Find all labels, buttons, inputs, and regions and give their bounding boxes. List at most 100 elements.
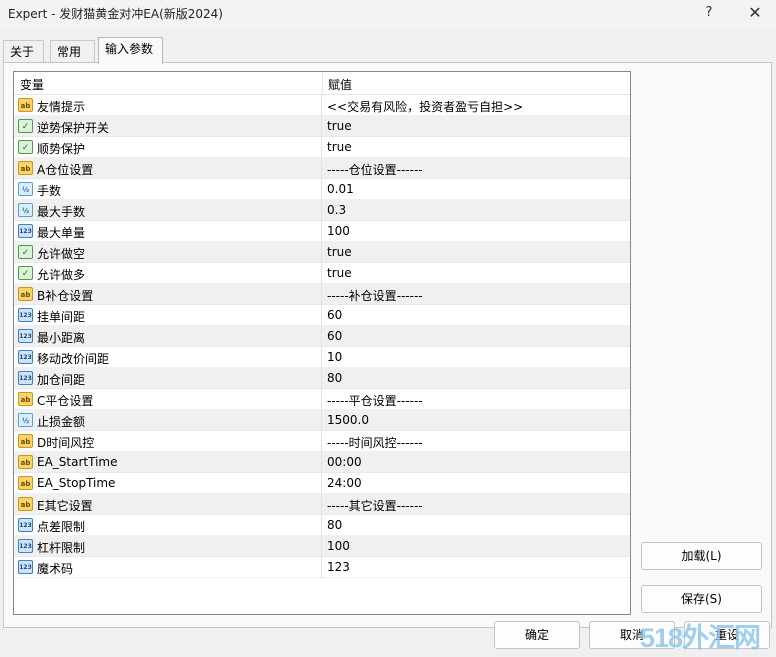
parameter-value[interactable]: 10 [327, 350, 342, 364]
string-icon: ab [18, 98, 33, 112]
parameter-name: 点差限制 [37, 520, 86, 534]
parameter-name-cell: 123 挂单间距 [14, 305, 322, 326]
parameter-name: 最小距离 [37, 331, 86, 345]
load-button[interactable]: 加载(L) [641, 542, 762, 570]
parameter-name: A仓位设置 [37, 163, 94, 177]
parameter-value[interactable]: -----补仓设置------ [327, 287, 423, 304]
parameter-name-cell: ✓ 顺势保护 [14, 137, 322, 158]
tab-about[interactable]: 关于 [3, 40, 44, 62]
string-icon: ab [18, 161, 33, 175]
parameter-row[interactable]: ab E其它设置 -----其它设置------ [14, 494, 630, 515]
parameter-name-cell: ab B补仓设置 [14, 284, 322, 305]
parameter-row[interactable]: 123 魔术码 123 [14, 557, 630, 578]
parameter-row[interactable]: 123 移动改价间距 10 [14, 347, 630, 368]
parameter-value[interactable]: 123 [327, 560, 350, 574]
parameter-name: 挂单间距 [37, 310, 86, 324]
parameter-name-cell: ab E其它设置 [14, 494, 322, 515]
int-icon: 123 [18, 518, 33, 532]
parameter-row[interactable]: ab C平仓设置 -----平仓设置------ [14, 389, 630, 410]
parameter-row[interactable]: ½ 手数 0.01 [14, 179, 630, 200]
tab-common[interactable]: 常用 [50, 40, 95, 62]
column-header-variable[interactable]: 变量 [20, 76, 44, 93]
parameter-value[interactable]: true [327, 119, 352, 133]
parameter-row[interactable]: ab D时间风控 -----时间风控------ [14, 431, 630, 452]
parameter-row[interactable]: ½ 最大手数 0.3 [14, 200, 630, 221]
grid-header: 变量 赋值 [14, 72, 630, 95]
parameter-row[interactable]: ab EA_StopTime 24:00 [14, 473, 630, 494]
parameter-row[interactable]: ab 友情提示 <<交易有风险，投资者盈亏自担>> [14, 95, 630, 116]
parameter-row[interactable]: ✓ 允许做空 true [14, 242, 630, 263]
parameter-row[interactable]: 123 点差限制 80 [14, 515, 630, 536]
parameter-name-cell: ab A仓位设置 [14, 158, 322, 179]
parameter-value[interactable]: 00:00 [327, 455, 362, 469]
save-button[interactable]: 保存(S) [641, 585, 762, 613]
parameter-value[interactable]: -----平仓设置------ [327, 392, 423, 409]
parameter-name-cell: ✓ 允许做空 [14, 242, 322, 263]
parameter-name: EA_StartTime [37, 455, 118, 469]
parameter-value[interactable]: 80 [327, 371, 342, 385]
parameter-value[interactable]: 0.01 [327, 182, 354, 196]
parameter-name: 最大单量 [37, 226, 86, 240]
parameter-value[interactable]: 80 [327, 518, 342, 532]
double-icon: ½ [18, 203, 33, 217]
parameter-row[interactable]: ✓ 逆势保护开关 true [14, 116, 630, 137]
parameter-value[interactable]: 60 [327, 308, 342, 322]
parameter-value[interactable]: true [327, 140, 352, 154]
double-icon: ½ [18, 182, 33, 196]
parameter-row[interactable]: ab EA_StartTime 00:00 [14, 452, 630, 473]
parameter-row[interactable]: ½ 止损金额 1500.0 [14, 410, 630, 431]
tab-inputs[interactable]: 输入参数 [98, 37, 163, 64]
parameter-value[interactable]: <<交易有风险，投资者盈亏自担>> [327, 98, 523, 115]
int-icon: 123 [18, 371, 33, 385]
parameter-row[interactable]: 123 最小距离 60 [14, 326, 630, 347]
int-icon: 123 [18, 560, 33, 574]
parameter-name-cell: 123 最小距离 [14, 326, 322, 347]
parameter-name: B补仓设置 [37, 289, 94, 303]
parameter-name-cell: 123 点差限制 [14, 515, 322, 536]
reset-button[interactable]: 重设 [684, 621, 770, 649]
help-button[interactable]: ? [692, 2, 726, 24]
parameter-row[interactable]: 123 最大单量 100 [14, 221, 630, 242]
parameter-value[interactable]: 60 [327, 329, 342, 343]
parameter-name: 魔术码 [37, 562, 74, 576]
parameter-name-cell: ab C平仓设置 [14, 389, 322, 410]
parameter-value[interactable]: 24:00 [327, 476, 362, 490]
column-header-value[interactable]: 赋值 [328, 76, 352, 93]
parameter-value[interactable]: 100 [327, 539, 350, 553]
parameter-value[interactable]: true [327, 245, 352, 259]
parameter-value[interactable]: 1500.0 [327, 413, 369, 427]
parameter-row[interactable]: ✓ 顺势保护 true [14, 137, 630, 158]
parameter-row[interactable]: 123 挂单间距 60 [14, 305, 630, 326]
parameter-row[interactable]: 123 杠杆限制 100 [14, 536, 630, 557]
parameter-name-cell: ab D时间风控 [14, 431, 322, 452]
parameter-name-cell: ½ 止损金额 [14, 410, 322, 431]
int-icon: 123 [18, 329, 33, 343]
parameter-value[interactable]: -----仓位设置------ [327, 161, 423, 178]
cancel-button[interactable]: 取消 [589, 621, 675, 649]
parameter-value[interactable]: -----时间风控------ [327, 434, 423, 451]
parameters-grid: 变量 赋值 ab 友情提示 <<交易有风险，投资者盈亏自担>> ✓ 逆势保护开关 true… [13, 71, 631, 615]
parameter-name-cell: ab EA_StopTime [14, 473, 322, 494]
string-icon: ab [18, 392, 33, 406]
parameter-row[interactable]: 123 加仓间距 80 [14, 368, 630, 389]
bool-icon: ✓ [18, 266, 33, 280]
parameter-name-cell: 123 魔术码 [14, 557, 322, 578]
close-button[interactable]: ✕ [738, 2, 772, 24]
parameter-value[interactable]: 0.3 [327, 203, 346, 217]
string-icon: ab [18, 455, 33, 469]
ok-button[interactable]: 确定 [494, 621, 580, 649]
parameter-name: 移动改价间距 [37, 352, 110, 366]
parameter-name: 加仓间距 [37, 373, 86, 387]
int-icon: 123 [18, 308, 33, 322]
parameter-name: E其它设置 [37, 499, 93, 513]
parameter-value[interactable]: true [327, 266, 352, 280]
parameter-row[interactable]: ✓ 允许做多 true [14, 263, 630, 284]
string-icon: ab [18, 287, 33, 301]
parameter-name-cell: ✓ 允许做多 [14, 263, 322, 284]
parameter-row[interactable]: ab B补仓设置 -----补仓设置------ [14, 284, 630, 305]
parameter-value[interactable]: -----其它设置------ [327, 497, 423, 514]
parameter-value[interactable]: 100 [327, 224, 350, 238]
parameter-row[interactable]: ab A仓位设置 -----仓位设置------ [14, 158, 630, 179]
bool-icon: ✓ [18, 119, 33, 133]
parameter-name: 杠杆限制 [37, 541, 86, 555]
